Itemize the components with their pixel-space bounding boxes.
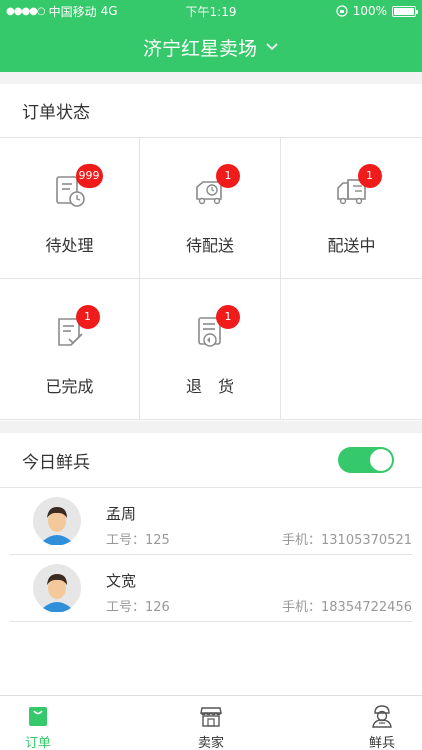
completed-badge: 1 [75, 305, 100, 329]
carrier-label: 中国移动 [48, 4, 97, 19]
order-status-completed[interactable]: 1 已完成 [0, 279, 140, 420]
avatar [33, 497, 81, 545]
staff-id: 工号：126 [106, 600, 170, 615]
today-staff-toggle[interactable] [338, 447, 394, 473]
tab-orders[interactable]: 订单 [8, 696, 68, 750]
today-staff-card: 今日鲜兵 孟周 工号：125 手机：13105370521 文宽 工号：126 … [0, 433, 422, 695]
chevron-down-icon [266, 43, 278, 51]
order-status-label: 退 货 [185, 377, 234, 396]
staff-id: 工号：125 [106, 533, 170, 548]
order-status-pending[interactable]: 999 待处理 [0, 138, 140, 279]
order-status-label: 配送中 [327, 236, 376, 255]
order-status-empty-cell [281, 279, 422, 420]
order-status-delivering[interactable]: 1 配送中 [281, 138, 422, 279]
staff-name: 文宽 [106, 572, 137, 590]
bottom-tab-bar: 订单 卖家 鲜兵 [0, 695, 422, 750]
tab-seller[interactable]: 卖家 [181, 696, 241, 750]
staff-phone: 手机：13105370521 [282, 533, 412, 548]
battery-icon [392, 5, 419, 17]
status-time: 下午1:19 [185, 4, 237, 19]
status-bar: ●●●●○ 中国移动 4G 下午1:19 100% [0, 0, 422, 22]
return-badge: 1 [216, 305, 240, 329]
today-staff-title: 今日鲜兵 [22, 452, 90, 473]
app-header: ●●●●○ 中国移动 4G 下午1:19 100% 济宁红星卖场 [0, 0, 422, 72]
order-status-return[interactable]: 1 退 货 [140, 279, 281, 420]
order-status-label: 待处理 [45, 236, 94, 255]
tab-staff[interactable]: 鲜兵 [352, 696, 412, 750]
pending-badge: 999 [75, 164, 103, 188]
tab-label: 订单 [24, 736, 51, 750]
courier-icon [372, 705, 392, 728]
orientation-lock-icon [336, 5, 348, 17]
order-status-title: 订单状态 [0, 84, 422, 138]
store-selector[interactable]: 济宁红星卖场 [0, 22, 422, 72]
avatar [33, 564, 81, 612]
staff-row[interactable]: 文宽 工号：126 手机：18354722456 [10, 555, 412, 622]
shopping-bag-icon [29, 707, 47, 726]
store-icon [200, 707, 222, 727]
order-status-label: 已完成 [45, 377, 94, 396]
network-label: 4G [100, 4, 118, 18]
page-title: 济宁红星卖场 [142, 37, 257, 60]
signal-icon: ●●●●○ [6, 5, 46, 17]
staff-row[interactable]: 孟周 工号：125 手机：13105370521 [10, 488, 412, 555]
to-deliver-badge: 1 [216, 164, 240, 188]
order-status-to-deliver[interactable]: 1 待配送 [140, 138, 281, 279]
order-status-label: 待配送 [185, 236, 234, 255]
tab-label: 鲜兵 [368, 736, 395, 750]
staff-phone: 手机：18354722456 [282, 600, 412, 615]
tab-label: 卖家 [197, 736, 224, 750]
staff-name: 孟周 [106, 505, 137, 523]
order-status-card: 订单状态 999 待处理 1 待配送 1 配送中 1 已完成 1 退 货 [0, 84, 422, 421]
battery-percent: 100% [352, 4, 388, 18]
delivering-badge: 1 [357, 164, 382, 188]
